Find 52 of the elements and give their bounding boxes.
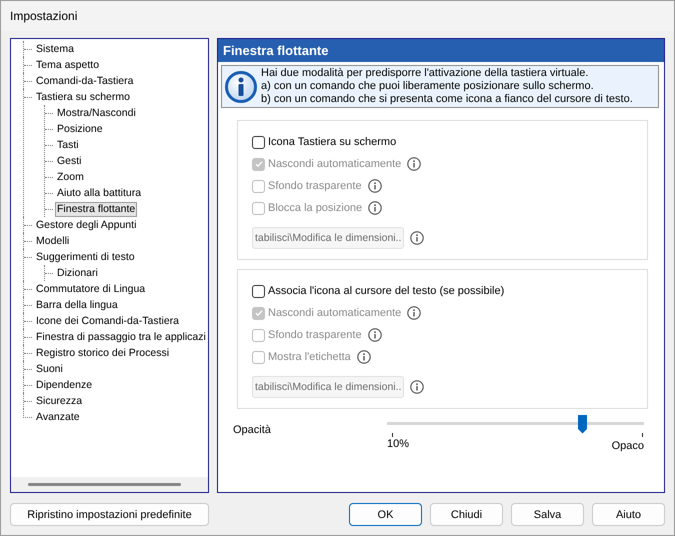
tree-item[interactable]: Commutatore di Lingua xyxy=(34,282,148,296)
dialog-button[interactable]: OK xyxy=(349,503,422,526)
option-label: Blocca la posizione xyxy=(268,202,362,214)
option-label: Sfondo trasparente xyxy=(268,180,362,192)
dialog-button[interactable]: Chiudi xyxy=(430,503,503,526)
info-icon xyxy=(225,70,257,102)
tree-item[interactable]: Mostra/Nascondi xyxy=(55,106,138,120)
tree-item[interactable]: Barra della lingua xyxy=(34,298,120,312)
tree-item[interactable]: Tasti xyxy=(55,138,81,152)
info-text: a) con un comando che puoi liberamente posizionare sullo schermo. xyxy=(261,80,595,93)
info-text: Hai due modalità per predisporre l'attivazione della tastiera virtuale. xyxy=(261,67,590,80)
tree-item[interactable]: Suggerimenti di testo xyxy=(34,250,137,264)
option-label: Associa l'icona al cursore del testo (se possibile) xyxy=(268,285,504,297)
tree-item[interactable]: Gestore degli Appunti xyxy=(34,218,138,232)
option-label: Nascondi automaticamente xyxy=(268,307,402,319)
tree-item[interactable]: Finestra di passaggio tra le applicazi xyxy=(34,330,208,344)
dialog-button[interactable]: Aiuto xyxy=(592,503,665,526)
dialog-button[interactable]: Salva xyxy=(511,503,584,526)
option-label: Sfondo trasparente xyxy=(268,329,362,341)
window-title: Impostazioni xyxy=(10,9,78,23)
tree-item[interactable]: Suoni xyxy=(34,362,65,376)
checkbox[interactable] xyxy=(252,136,265,148)
tree-item[interactable]: Aiuto alla battitura xyxy=(55,186,144,200)
tick-label: Opaco xyxy=(612,440,644,452)
slider-thumb[interactable] xyxy=(577,414,588,434)
panel-title: Finestra flottante xyxy=(223,43,328,58)
checkbox[interactable] xyxy=(252,284,265,298)
opacity-label: Opacità xyxy=(233,424,272,436)
check-icon xyxy=(254,159,264,169)
check-icon xyxy=(254,308,264,318)
option-label: Mostra l'etichetta xyxy=(268,351,351,363)
reset-button[interactable]: Ripristino impostazioni predefinite xyxy=(10,503,209,526)
tree-item[interactable]: Tastiera su schermo xyxy=(34,90,132,104)
option-label: Icona Tastiera su schermo xyxy=(268,136,396,148)
tree-item[interactable]: Posizione xyxy=(55,122,105,136)
tree-item[interactable]: Dipendenze xyxy=(34,378,94,392)
tree-item[interactable]: Finestra flottante xyxy=(55,202,138,216)
scrollbar-thumb[interactable] xyxy=(28,483,181,486)
tree-item[interactable]: Zoom xyxy=(55,170,86,184)
tree-item[interactable]: Icone dei Comandi-da-Tastiera xyxy=(34,314,181,328)
tree-item[interactable]: Dizionari xyxy=(55,266,100,280)
option-label: Nascondi automaticamente xyxy=(268,158,402,170)
tree-item[interactable]: Sicurezza xyxy=(34,394,84,408)
tree-item[interactable]: Registro storico dei Processi xyxy=(34,346,172,360)
tree-item[interactable]: Comandi-da-Tastiera xyxy=(34,74,136,88)
tick-label: 10% xyxy=(387,438,410,452)
tree-item[interactable]: Gesti xyxy=(55,154,84,168)
tree-item[interactable]: Sistema xyxy=(34,42,76,56)
tree-item[interactable]: Modelli xyxy=(34,234,72,248)
tree-item[interactable]: Tema aspetto xyxy=(34,58,102,72)
tree-item[interactable]: Avanzate xyxy=(34,410,82,424)
info-text: b) con un comando che si presenta come icona a fianco del cursore di testo. xyxy=(261,93,633,106)
